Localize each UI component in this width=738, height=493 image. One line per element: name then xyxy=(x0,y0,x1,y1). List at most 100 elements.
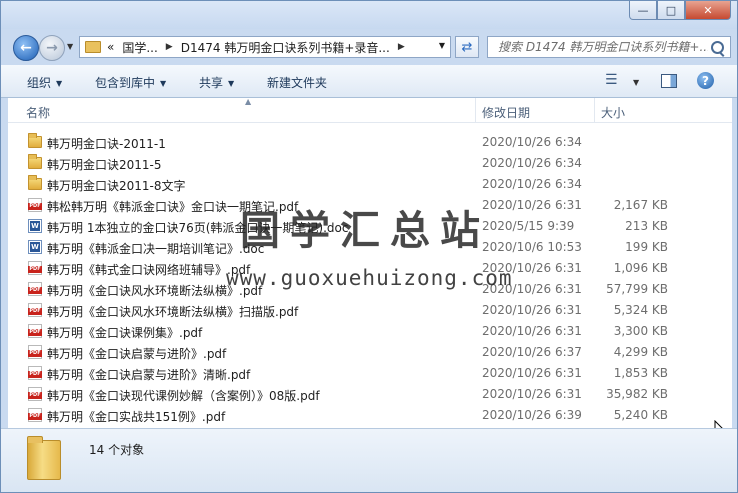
new-folder-button[interactable]: 新建文件夹 xyxy=(267,74,327,91)
file-name: 韩万明《金口诀课例集》.pdf xyxy=(47,326,203,340)
word-document-icon xyxy=(28,240,42,254)
list-item[interactable]: 韩万明《金口诀风水环境断法纵横》扫描版.pdf 2020/10/26 6:31 5,… xyxy=(8,300,732,321)
list-item[interactable]: 韩万明金口诀2011-8文字 2020/10/26 6:34 xyxy=(8,174,732,195)
file-date: 2020/10/26 6:39 xyxy=(482,408,582,422)
search-input[interactable] xyxy=(496,39,710,55)
view-options-dropdown-icon[interactable]: ▼ xyxy=(633,78,639,87)
file-list: ▲ 名称 修改日期 大小 韩万明金口诀-2011-1 2020/10/26 6:3… xyxy=(8,97,732,441)
file-name: 韩万明《金口诀现代课例妙解（含案例）》08版.pdf xyxy=(47,389,320,403)
folder-icon xyxy=(85,41,101,53)
refresh-icon: ⇄ xyxy=(461,39,473,55)
details-pane: 14 个对象 xyxy=(1,428,737,492)
file-date: 2020/10/26 6:31 xyxy=(482,366,582,380)
back-button[interactable]: ← xyxy=(13,35,39,61)
list-item[interactable]: 韩万明《金口实战共151例》.pdf 2020/10/26 6:39 5,240 K… xyxy=(8,405,732,426)
forward-button[interactable]: → xyxy=(39,35,65,61)
folder-large-icon xyxy=(27,436,61,480)
minimize-button[interactable]: — xyxy=(629,1,657,20)
watermark-url: www.guoxuehuizong.com xyxy=(226,266,513,290)
address-bar[interactable]: « 国学... ▶ D1474 韩万明金口诀系列书籍+录音... ▶ ▼ xyxy=(79,36,451,58)
include-library-button[interactable]: 包含到库中 ▼ xyxy=(95,74,166,91)
column-headers: ▲ 名称 修改日期 大小 xyxy=(8,97,732,123)
title-bar: — □ ✕ xyxy=(1,1,737,29)
pdf-file-icon xyxy=(28,282,42,296)
item-count: 14 个对象 xyxy=(89,443,145,457)
breadcrumb-chevron-icon[interactable]: ▶ xyxy=(398,42,405,52)
navigation-bar: ← → ▼ « 国学... ▶ D1474 韩万明金口诀系列书籍+录音... ▶… xyxy=(1,29,737,65)
change-view-icon[interactable]: ☰ xyxy=(605,72,623,88)
file-size: 5,240 KB xyxy=(613,408,668,422)
close-button[interactable]: ✕ xyxy=(685,1,731,20)
column-divider[interactable] xyxy=(594,98,595,122)
caret-down-icon: ▼ xyxy=(228,79,235,88)
list-item[interactable]: 韩万明《金口诀课例集》.pdf 2020/10/26 6:31 3,300 KB xyxy=(8,321,732,342)
file-size: 1,096 KB xyxy=(613,261,668,275)
file-size: 1,853 KB xyxy=(613,366,668,380)
column-size[interactable]: 大小 xyxy=(601,104,625,121)
help-icon[interactable]: ? xyxy=(697,72,714,89)
search-icon[interactable] xyxy=(711,41,724,54)
caret-down-icon: ▼ xyxy=(56,79,63,88)
file-size: 213 KB xyxy=(625,219,668,233)
pdf-file-icon xyxy=(28,387,42,401)
pdf-file-icon xyxy=(28,408,42,422)
file-date: 2020/10/26 6:34 xyxy=(482,135,582,149)
file-name: 韩万明《金口实战共151例》.pdf xyxy=(47,410,226,424)
file-size: 5,324 KB xyxy=(613,303,668,317)
pdf-file-icon xyxy=(28,303,42,317)
history-dropdown-icon[interactable]: ▼ xyxy=(67,42,73,51)
search-box[interactable] xyxy=(487,36,731,58)
list-item[interactable]: 韩万明《金口诀启蒙与进阶》.pdf 2020/10/26 6:37 4,299 KB xyxy=(8,342,732,363)
organize-button[interactable]: 组织 ▼ xyxy=(27,74,62,91)
file-size: 199 KB xyxy=(625,240,668,254)
maximize-button[interactable]: □ xyxy=(657,1,685,20)
breadcrumb-chevron-icon[interactable]: ▶ xyxy=(166,42,173,52)
file-date: 2020/10/26 6:34 xyxy=(482,156,582,170)
pdf-file-icon xyxy=(28,366,42,380)
command-bar: 组织 ▼ 包含到库中 ▼ 共享 ▼ 新建文件夹 ☰ ▼ ? xyxy=(1,65,737,98)
list-item[interactable]: 韩万明金口诀2011-5 2020/10/26 6:34 xyxy=(8,153,732,174)
address-dropdown-icon[interactable]: ▼ xyxy=(439,41,445,50)
file-name: 韩万明《金口诀启蒙与进阶》清晰.pdf xyxy=(47,368,251,382)
file-size: 2,167 KB xyxy=(613,198,668,212)
address-overflow[interactable]: « xyxy=(107,40,114,54)
breadcrumb-segment-1[interactable]: 国学... xyxy=(122,39,157,56)
list-item[interactable]: 韩万明金口诀-2011-1 2020/10/26 6:34 xyxy=(8,132,732,153)
folder-icon xyxy=(28,133,42,148)
file-size: 3,300 KB xyxy=(613,324,668,338)
preview-pane-icon[interactable] xyxy=(661,74,677,88)
file-size: 57,799 KB xyxy=(606,282,668,296)
file-date: 2020/10/26 6:31 xyxy=(482,387,582,401)
pdf-file-icon xyxy=(28,345,42,359)
caret-down-icon: ▼ xyxy=(160,79,167,88)
file-date: 2020/10/26 6:31 xyxy=(482,198,582,212)
column-divider[interactable] xyxy=(475,98,476,122)
file-name: 韩万明金口诀2011-5 xyxy=(47,158,162,172)
file-date: 2020/10/6 10:53 xyxy=(482,240,582,254)
refresh-button[interactable]: ⇄ xyxy=(455,36,479,58)
pdf-file-icon xyxy=(28,324,42,338)
window-controls: — □ ✕ xyxy=(629,1,731,20)
file-size: 35,982 KB xyxy=(606,387,668,401)
file-date: 2020/10/26 6:37 xyxy=(482,345,582,359)
explorer-window: — □ ✕ ← → ▼ « 国学... ▶ D1474 韩万明金口诀系列书籍+录… xyxy=(0,0,738,493)
column-date[interactable]: 修改日期 xyxy=(482,104,530,121)
list-item[interactable]: 韩万明《金口诀现代课例妙解（含案例）》08版.pdf 2020/10/26 6:3… xyxy=(8,384,732,405)
breadcrumb-segment-2[interactable]: D1474 韩万明金口诀系列书籍+录音... xyxy=(181,39,390,56)
file-name: 韩万明金口诀-2011-1 xyxy=(47,137,166,151)
organize-label: 组织 xyxy=(27,76,52,90)
file-date: 2020/10/26 6:34 xyxy=(482,177,582,191)
column-name[interactable]: 名称 xyxy=(26,104,50,121)
file-name: 韩万明金口诀2011-8文字 xyxy=(47,179,186,193)
list-item[interactable]: 韩万明《金口诀启蒙与进阶》清晰.pdf 2020/10/26 6:31 1,853 … xyxy=(8,363,732,384)
watermark-title: 国学汇总站 xyxy=(240,207,490,254)
sort-up-icon: ▲ xyxy=(245,97,252,106)
file-date: 2020/5/15 9:39 xyxy=(482,219,575,233)
file-name: 韩万明《韩式金口诀网络班辅导》.pdf xyxy=(47,263,251,277)
file-name: 韩万明《韩派金口决一期培训笔记》.doc xyxy=(47,242,265,256)
file-name: 韩万明《金口诀风水环境断法纵横》扫描版.pdf xyxy=(47,305,299,319)
share-button[interactable]: 共享 ▼ xyxy=(199,74,234,91)
folder-icon xyxy=(28,175,42,190)
file-date: 2020/10/26 6:31 xyxy=(482,303,582,317)
share-label: 共享 xyxy=(199,76,224,90)
